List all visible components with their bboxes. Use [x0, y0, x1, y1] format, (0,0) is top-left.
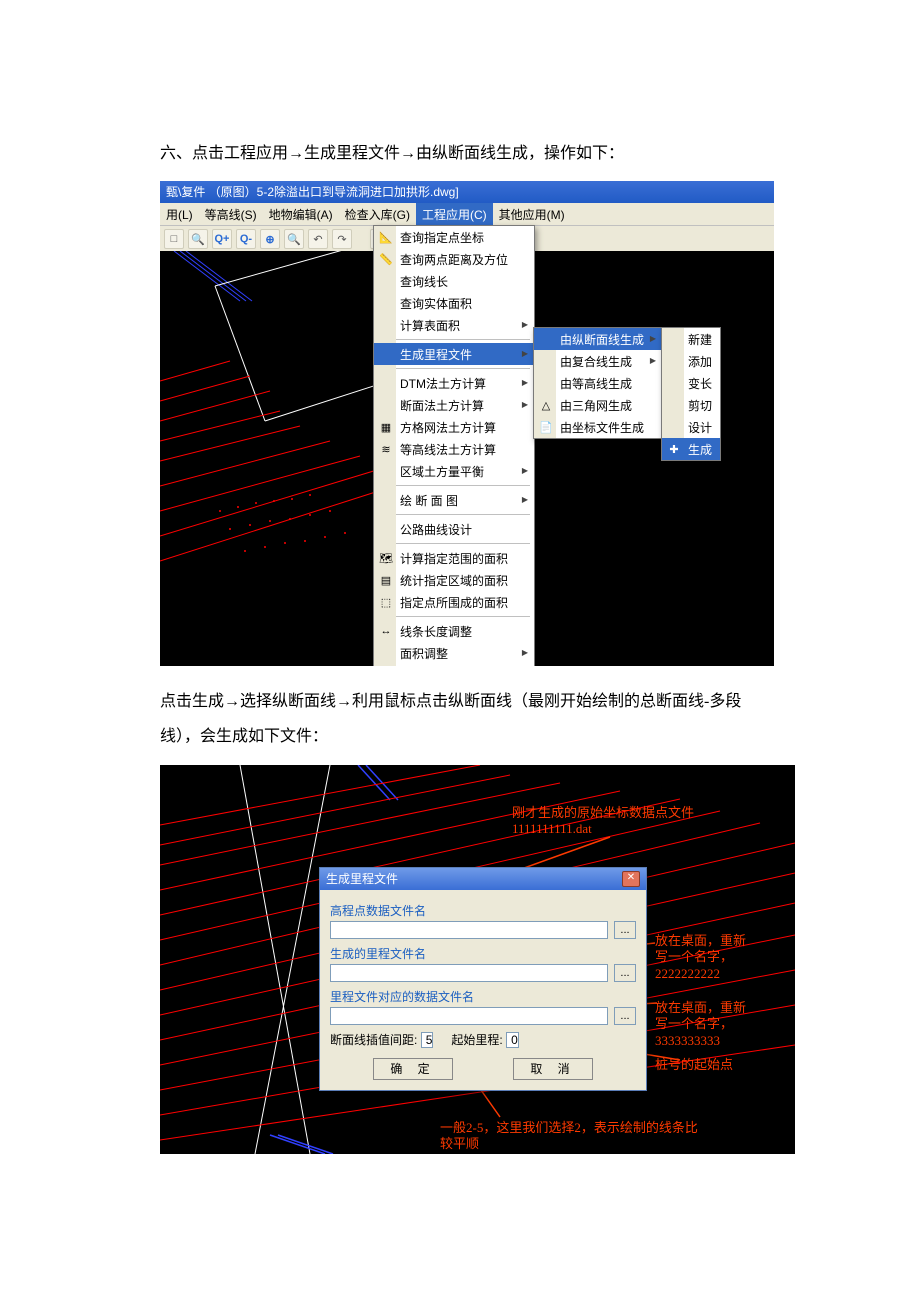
label-start-mile: 起始里程:: [451, 1033, 502, 1047]
annotation-interval: 一般2-5，这里我们选择2，表示绘制的线条比 较平顺: [440, 1120, 780, 1154]
action-cut[interactable]: 剪切: [662, 394, 720, 416]
menu-grid-earth[interactable]: ▦方格网法土方计算: [374, 416, 534, 438]
menu-contour-earth[interactable]: ≋等高线法土方计算: [374, 438, 534, 460]
submenu-from-tin[interactable]: △由三角网生成: [534, 394, 662, 416]
menu-stat-area[interactable]: ▤统计指定区域的面积: [374, 569, 534, 591]
menu-query-dist[interactable]: 📏查询两点距离及方位: [374, 248, 534, 270]
dialog-title-bar: 生成里程文件 ✕: [320, 868, 646, 890]
input-mileage-file[interactable]: [330, 964, 608, 982]
menu-item-contour[interactable]: 等高线(S): [199, 203, 263, 225]
menu-query-point[interactable]: 📐查询指定点坐标: [374, 226, 534, 248]
annotation-start-station: 桩号的起始点: [655, 1057, 733, 1074]
undo-button[interactable]: ↶: [308, 229, 328, 249]
menu-bar[interactable]: 用(L) 等高线(S) 地物编辑(A) 检查入库(G) 工程应用(C) 其他应用…: [160, 203, 774, 226]
menu-line-length[interactable]: ↔线条长度调整: [374, 620, 534, 642]
input-elev-file[interactable]: [330, 921, 608, 939]
label-mileage-file: 生成的里程文件名: [330, 945, 636, 962]
submenu-from-contour[interactable]: 由等高线生成: [534, 372, 662, 394]
zoom-button[interactable]: 🔍: [188, 229, 208, 249]
menu-section-earth[interactable]: 断面法土方计算: [374, 394, 534, 416]
zoom-ext-button[interactable]: ⊕: [260, 229, 280, 249]
menu-query-area[interactable]: 查询实体面积: [374, 292, 534, 314]
menu-query-len[interactable]: 查询线长: [374, 270, 534, 292]
window-title: 甄\复件 （原图）5-2除溢出口到导流洞进口加拱形.dwg]: [160, 181, 774, 203]
action-generate[interactable]: ✚生成: [662, 438, 720, 460]
menu-item-use[interactable]: 用(L): [160, 203, 199, 225]
screenshot-dialog: 刚才生成的原始坐标数据点文件 1111111111.dat 放在桌面，重新 写一…: [160, 765, 795, 1154]
paragraph-1: 六、点击工程应用→生成里程文件→由纵断面线生成，操作如下：: [160, 136, 760, 171]
menu-dtm-earth[interactable]: DTM法土方计算: [374, 372, 534, 394]
action-add[interactable]: 添加: [662, 350, 720, 372]
label-data-file: 里程文件对应的数据文件名: [330, 988, 636, 1005]
cancel-button[interactable]: 取 消: [513, 1058, 593, 1080]
browse-mileage-file[interactable]: ...: [614, 964, 636, 982]
browse-elev-file[interactable]: ...: [614, 921, 636, 939]
menu-calc-range-area[interactable]: 🗺计算指定范围的面积: [374, 547, 534, 569]
ok-button[interactable]: 确 定: [373, 1058, 453, 1080]
menu-calc-surface[interactable]: 计算表面积: [374, 314, 534, 336]
menu-road-curve[interactable]: 公路曲线设计: [374, 518, 534, 540]
menu-item-engineering[interactable]: 工程应用(C): [416, 203, 493, 225]
dialog-gen-mileage: 生成里程文件 ✕ 高程点数据文件名 ... 生成的里程文件名 ... 里程文件对…: [319, 867, 647, 1091]
menu-item-check[interactable]: 检查入库(G): [339, 203, 416, 225]
screenshot-menu: 甄\复件 （原图）5-2除溢出口到导流洞进口加拱形.dwg] 用(L) 等高线(…: [160, 181, 774, 666]
toolbar-button[interactable]: □: [164, 229, 184, 249]
menu-item-edit[interactable]: 地物编辑(A): [263, 203, 339, 225]
paragraph-2: 点击生成→选择纵断面线→利用鼠标点击纵断面线（最刚开始绘制的总断面线-多段线），…: [160, 684, 760, 754]
annotation-desktop-1: 放在桌面，重新 写一个名字， 2222222222: [655, 933, 746, 984]
close-button[interactable]: ✕: [622, 871, 640, 887]
menu-point-area[interactable]: ⬚指定点所围成的面积: [374, 591, 534, 613]
submenu-from-coord[interactable]: 📄由坐标文件生成: [534, 416, 662, 438]
menu-region-balance[interactable]: 区域土方量平衡: [374, 460, 534, 482]
browse-data-file[interactable]: ...: [614, 1007, 636, 1025]
menu-draw-section[interactable]: 绘 断 面 图: [374, 489, 534, 511]
redo-button[interactable]: ↷: [332, 229, 352, 249]
label-interval: 断面线插值间距:: [330, 1033, 417, 1047]
submenu-profile-actions[interactable]: 新建 添加 变长 剪切 设计 ✚生成: [661, 327, 721, 461]
annotation-desktop-2: 放在桌面，重新 写一个名字， 3333333333: [655, 1000, 746, 1051]
action-varlen[interactable]: 变长: [662, 372, 720, 394]
submenu-gen-mileage[interactable]: 由纵断面线生成 由复合线生成 由等高线生成 △由三角网生成 📄由坐标文件生成: [533, 327, 663, 439]
zoom-win-button[interactable]: 🔍: [284, 229, 304, 249]
input-start-mile[interactable]: 0: [506, 1032, 519, 1048]
submenu-from-profile[interactable]: 由纵断面线生成: [534, 328, 662, 350]
zoom-out-button[interactable]: Q-: [236, 229, 256, 249]
menu-gen-mileage-file[interactable]: 生成里程文件: [374, 343, 534, 365]
dialog-title: 生成里程文件: [326, 868, 398, 890]
menu-item-other[interactable]: 其他应用(M): [493, 203, 571, 225]
zoom-in-button[interactable]: Q+: [212, 229, 232, 249]
submenu-from-polyline[interactable]: 由复合线生成: [534, 350, 662, 372]
input-interval[interactable]: 5: [421, 1032, 434, 1048]
annotation-source-file: 刚才生成的原始坐标数据点文件 1111111111.dat: [512, 805, 694, 839]
menu-area-adjust[interactable]: 面积调整: [374, 642, 534, 664]
action-new[interactable]: 新建: [662, 328, 720, 350]
label-elev-file: 高程点数据文件名: [330, 902, 636, 919]
action-design[interactable]: 设计: [662, 416, 720, 438]
menu-engineering-dropdown[interactable]: 📐查询指定点坐标 📏查询两点距离及方位 查询线长 查询实体面积 计算表面积 生成…: [373, 225, 535, 666]
input-data-file[interactable]: [330, 1007, 608, 1025]
